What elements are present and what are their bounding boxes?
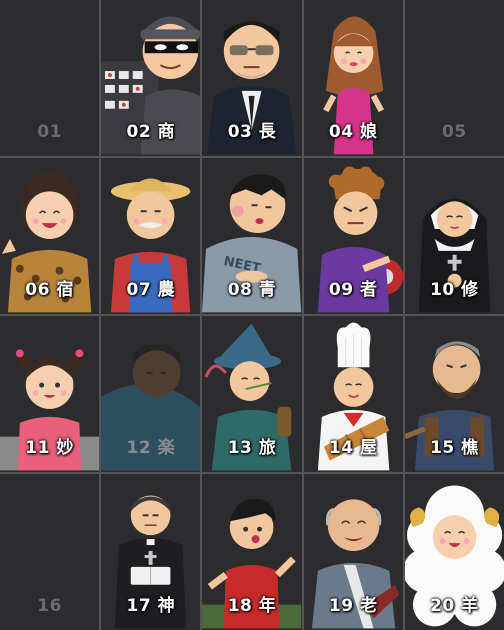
card-label: 09 者 — [328, 280, 378, 300]
card-16[interactable]: 16 — [0, 474, 100, 630]
card-10[interactable]: 10 修 — [404, 158, 504, 314]
card-label: 19 老 — [328, 596, 378, 616]
card-label: 06 宿 — [25, 280, 74, 300]
card-label: 12 楽 — [126, 438, 176, 458]
card-label: 20 羊 — [430, 596, 479, 616]
card-15[interactable]: 15 樵 — [404, 316, 504, 472]
card-label: 11 妙 — [25, 438, 74, 458]
card-label: 13 旅 — [227, 438, 277, 458]
card-label: 14 屋 — [328, 438, 378, 458]
card-label: 15 樵 — [430, 438, 479, 458]
card-17[interactable]: 17 神 — [101, 474, 201, 630]
card-12[interactable]: 12 楽 — [101, 316, 201, 472]
card-20[interactable]: 20 羊 — [404, 474, 504, 630]
character-grid: 01 02 商 03 長 04 娘 05 06 宿 07 農 NEET 08 青… — [0, 0, 504, 630]
card-04[interactable]: 04 娘 — [303, 0, 403, 156]
card-label: 08 青 — [227, 280, 277, 300]
card-09[interactable]: 09 者 — [303, 158, 403, 314]
card-14[interactable]: 14 屋 — [303, 316, 403, 472]
card-18[interactable]: 18 年 — [202, 474, 302, 630]
card-01[interactable]: 01 — [0, 0, 100, 156]
card-19[interactable]: 19 老 — [303, 474, 403, 630]
card-label: 05 — [442, 122, 467, 142]
card-label: 10 修 — [430, 280, 479, 300]
card-label: 17 神 — [126, 596, 176, 616]
card-03[interactable]: 03 長 — [202, 0, 302, 156]
card-label: 07 農 — [126, 280, 176, 300]
card-06[interactable]: 06 宿 — [0, 158, 100, 314]
card-label: 02 商 — [126, 122, 176, 142]
card-08[interactable]: NEET 08 青 — [202, 158, 302, 314]
card-label: 03 長 — [227, 122, 277, 142]
card-label: 01 — [37, 122, 62, 142]
card-13[interactable]: 13 旅 — [202, 316, 302, 472]
card-label: 18 年 — [227, 596, 277, 616]
card-02[interactable]: 02 商 — [101, 0, 201, 156]
card-label: 04 娘 — [328, 122, 378, 142]
card-07[interactable]: 07 農 — [101, 158, 201, 314]
card-11[interactable]: 11 妙 — [0, 316, 100, 472]
card-label: 16 — [37, 596, 62, 616]
card-05[interactable]: 05 — [404, 0, 504, 156]
